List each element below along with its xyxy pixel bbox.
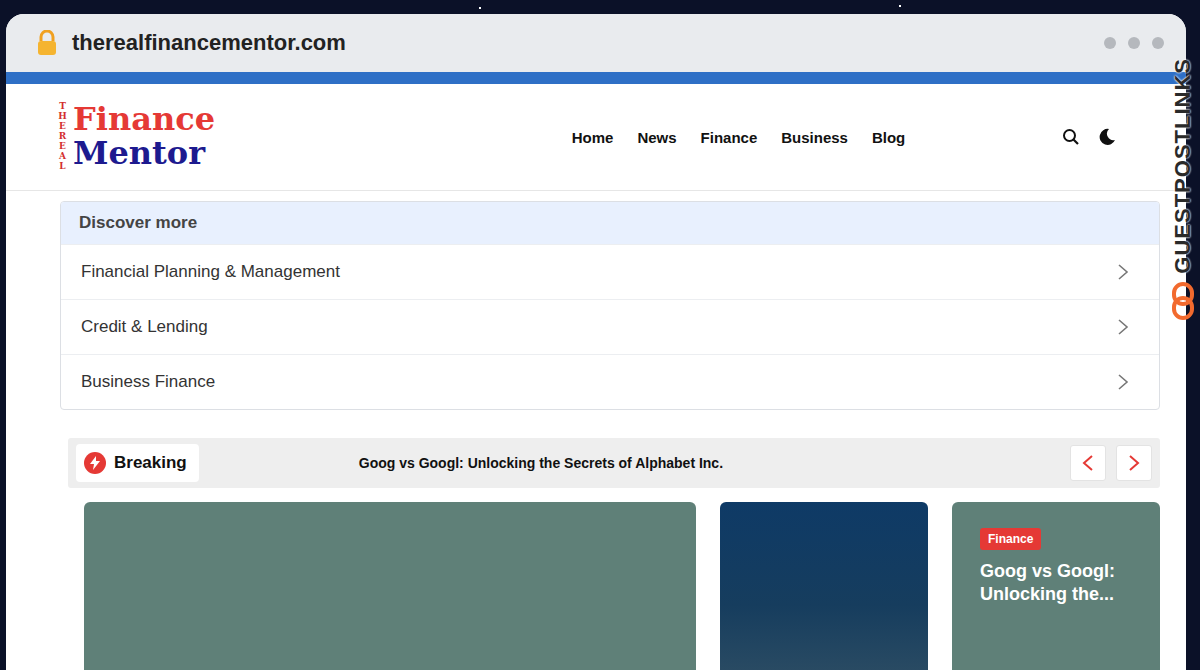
- breaking-bar: BreakingGoog vs Googl: Unlocking the Sec…: [68, 438, 1160, 488]
- discover-title: Discover more: [61, 202, 1159, 244]
- post-card[interactable]: [720, 502, 928, 670]
- ticker-controls: [1070, 445, 1152, 481]
- chevron-left-icon: [1082, 454, 1094, 472]
- url-text[interactable]: therealfinancementor.com: [72, 30, 346, 56]
- lock-icon: [36, 30, 58, 56]
- watermark-text: GUESTPOSTLINKS: [1170, 58, 1196, 274]
- discover-item[interactable]: Financial Planning & Management: [61, 244, 1159, 299]
- bolt-icon: [84, 452, 106, 474]
- site-header: THE REALFinanceMentorHomeNewsFinanceBusi…: [6, 84, 1186, 191]
- discover-item[interactable]: Business Finance: [61, 354, 1159, 409]
- breaking-headline[interactable]: Goog vs Googl: Unlocking the Secrets of …: [199, 455, 1070, 471]
- search-icon[interactable]: [1062, 128, 1080, 146]
- chevron-right-icon: [1117, 373, 1129, 391]
- moon-icon[interactable]: [1098, 128, 1116, 146]
- category-tag[interactable]: Finance: [980, 528, 1041, 550]
- logo-words: FinanceMentor: [73, 103, 215, 170]
- main-nav: Home News Finance Business Blog: [215, 129, 1062, 146]
- nav-item[interactable]: News: [637, 129, 676, 146]
- logo-tagline: THE REAL: [58, 102, 67, 171]
- page: THE REALFinanceMentorHomeNewsFinanceBusi…: [6, 84, 1186, 670]
- prev-button[interactable]: [1070, 445, 1106, 481]
- chevron-right-icon: [1128, 454, 1140, 472]
- address-bar: therealfinancementor.com: [6, 14, 1186, 72]
- window-dot-icon[interactable]: [1152, 37, 1164, 49]
- nav-item[interactable]: Blog: [872, 129, 905, 146]
- nav-item[interactable]: Business: [781, 129, 848, 146]
- breaking-label: Breaking: [76, 444, 199, 482]
- window-controls: [1104, 37, 1164, 49]
- card-title[interactable]: Goog vs Googl: Unlocking the...: [980, 560, 1144, 607]
- discover-item[interactable]: Credit & Lending: [61, 299, 1159, 354]
- link-icon: [1171, 282, 1195, 320]
- watermark: GUESTPOSTLINKS: [1170, 58, 1196, 320]
- discover-box: Discover moreFinancial Planning & Manage…: [60, 201, 1160, 410]
- logo-line1: Finance: [73, 103, 215, 137]
- post-cards: Finance Goog vs Googl: Unlocking the...: [84, 502, 1160, 670]
- nav-item[interactable]: Finance: [701, 129, 758, 146]
- stage: therealfinancementor.comTHE REALFinanceM…: [0, 0, 1200, 670]
- top-stripe: [6, 72, 1186, 84]
- window-dot-icon[interactable]: [1128, 37, 1140, 49]
- post-card[interactable]: Finance Goog vs Googl: Unlocking the...: [952, 502, 1160, 670]
- logo[interactable]: THE REAL FinanceMentor: [58, 102, 215, 171]
- nav-item[interactable]: Home: [572, 129, 614, 146]
- browser-window: therealfinancementor.comTHE REALFinanceM…: [6, 14, 1186, 670]
- next-button[interactable]: [1116, 445, 1152, 481]
- chevron-right-icon: [1117, 263, 1129, 281]
- window-dot-icon[interactable]: [1104, 37, 1116, 49]
- post-card[interactable]: [84, 502, 696, 670]
- header-tools: [1062, 128, 1116, 146]
- chevron-right-icon: [1117, 318, 1129, 336]
- logo-line2: Mentor: [73, 137, 215, 171]
